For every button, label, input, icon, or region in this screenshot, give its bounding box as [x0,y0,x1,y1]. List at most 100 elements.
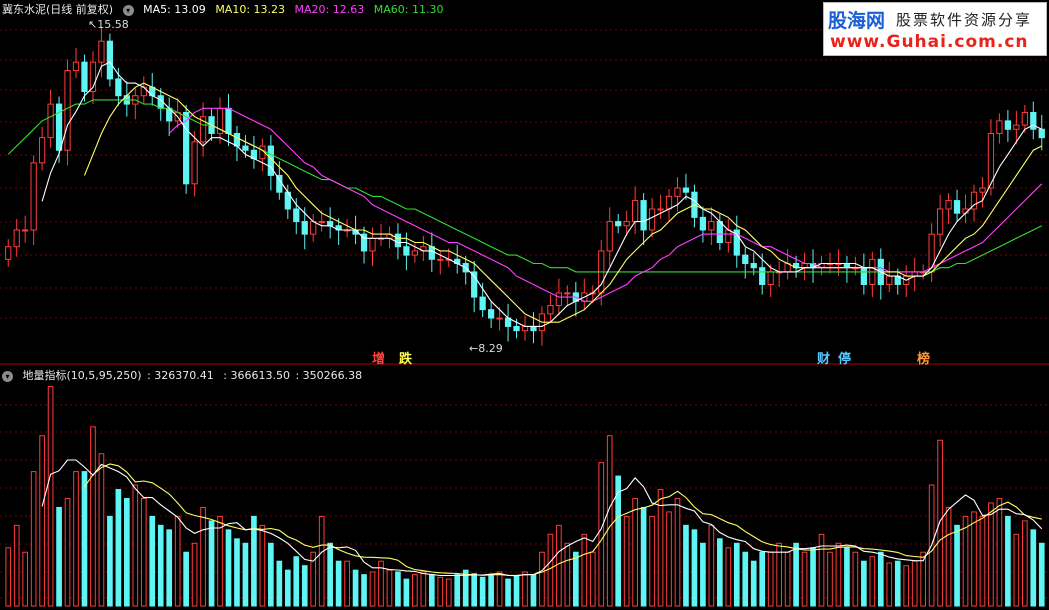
volume-bar [5,547,12,607]
volume-bar [268,542,274,607]
candle-body [632,200,639,223]
volume-bar [589,551,596,607]
candle-body [191,141,198,185]
candle-body [801,263,808,269]
volume-bar [513,575,520,607]
volume-bar [522,571,528,607]
price-candles[interactable] [5,26,1045,346]
candle-body [640,200,647,231]
candle-body [225,107,232,134]
volume-bar [759,551,766,607]
candle-body [38,137,46,164]
candle-body [615,221,622,227]
volume-bar [140,497,147,607]
volume-bar [73,471,79,607]
candle-body [742,254,749,265]
candle-body [708,221,715,231]
candle-body [953,200,961,214]
candle-body [521,325,529,332]
volume-bar [39,435,45,607]
volume-bar [437,576,444,607]
candle-body [411,250,418,256]
volume-bar [166,529,173,607]
volume-bar [276,560,283,607]
volume-bar [640,506,647,607]
volume-bar [1030,529,1037,607]
volume-bar [47,385,54,607]
candle-body [648,208,656,231]
volume-bar [344,560,350,607]
event-marker[interactable]: 停 [838,348,851,367]
min-price-label: ←8.29 [469,342,503,355]
candle-body [1030,111,1037,130]
candle-body [682,187,690,193]
volume-bar [657,489,664,607]
candle-body [759,267,766,285]
candle-body [750,263,757,269]
candle-body [327,221,334,227]
candle-body [725,229,732,244]
volume-bar [962,515,969,607]
candle-body [487,309,495,319]
volume-bar [1038,542,1045,607]
volume-bar [547,533,554,607]
price-header: 冀东水泥(日线 前复权) ▾ MA5: 13.09 MA10: 13.23 MA… [2,1,449,17]
candle-body [996,120,1003,134]
volume-bar [606,435,613,607]
event-marker[interactable]: 增 [372,348,385,367]
candle-body [13,229,20,248]
volume-bar [471,573,478,607]
watermark-logo: 股海网 股票软件资源分享 www.Guhai.com.cn [823,2,1047,56]
indicator-header: ▾ 地量指标(10,5,95,250) : 326370.41 : 366613… [2,367,368,383]
candle-body [301,221,308,235]
candle-body [657,208,664,211]
volume-bar [683,524,689,607]
chevron-down-icon[interactable]: ▾ [122,4,134,16]
event-marker[interactable]: 跌 [399,348,412,367]
candle-body [403,246,410,256]
volume-bar [666,511,672,607]
volume-bar [115,489,122,607]
volume-bar [750,560,757,607]
volume-bar [530,574,537,607]
volume-bar [420,571,427,607]
candle-body [936,208,944,235]
volume-bar [623,515,630,607]
volume-bars[interactable] [5,385,1045,607]
volume-bar [801,551,808,607]
volume-bar [242,542,249,607]
volume-bar [505,578,511,607]
candle-body [369,237,376,252]
volume-bar [556,524,562,607]
kline-chart [0,26,1049,607]
moving-average-lines [7,61,1043,327]
candle-body [606,221,613,252]
candle-body [979,187,986,193]
volume-bar [903,565,910,607]
volume-bar [886,562,893,607]
ma10-label: MA10: 13.23 [215,3,286,16]
volume-bar [81,471,88,607]
ma5-line [41,61,1043,327]
volume-bar [733,542,740,607]
volume-bar [598,462,605,607]
volume-bar [386,569,393,607]
event-marker[interactable]: 榜 [917,348,930,367]
volume-bar [259,524,266,607]
candle-body [428,246,435,260]
event-marker[interactable]: 财 [817,348,830,367]
volume-bar [335,560,342,607]
stock-title: 冀东水泥(日线 前复权) [2,3,114,16]
candle-body [513,325,520,332]
volume-bar [717,538,723,607]
candle-body [394,233,402,248]
volume-bar [327,542,333,607]
volume-bar [971,511,977,607]
candle-body [276,174,283,193]
candle-body [72,61,80,72]
chevron-down-icon[interactable]: ▾ [2,370,13,382]
volume-bar [284,569,291,607]
volume-bar [632,497,638,607]
candle-body [547,304,554,315]
candle-body [1013,124,1020,130]
